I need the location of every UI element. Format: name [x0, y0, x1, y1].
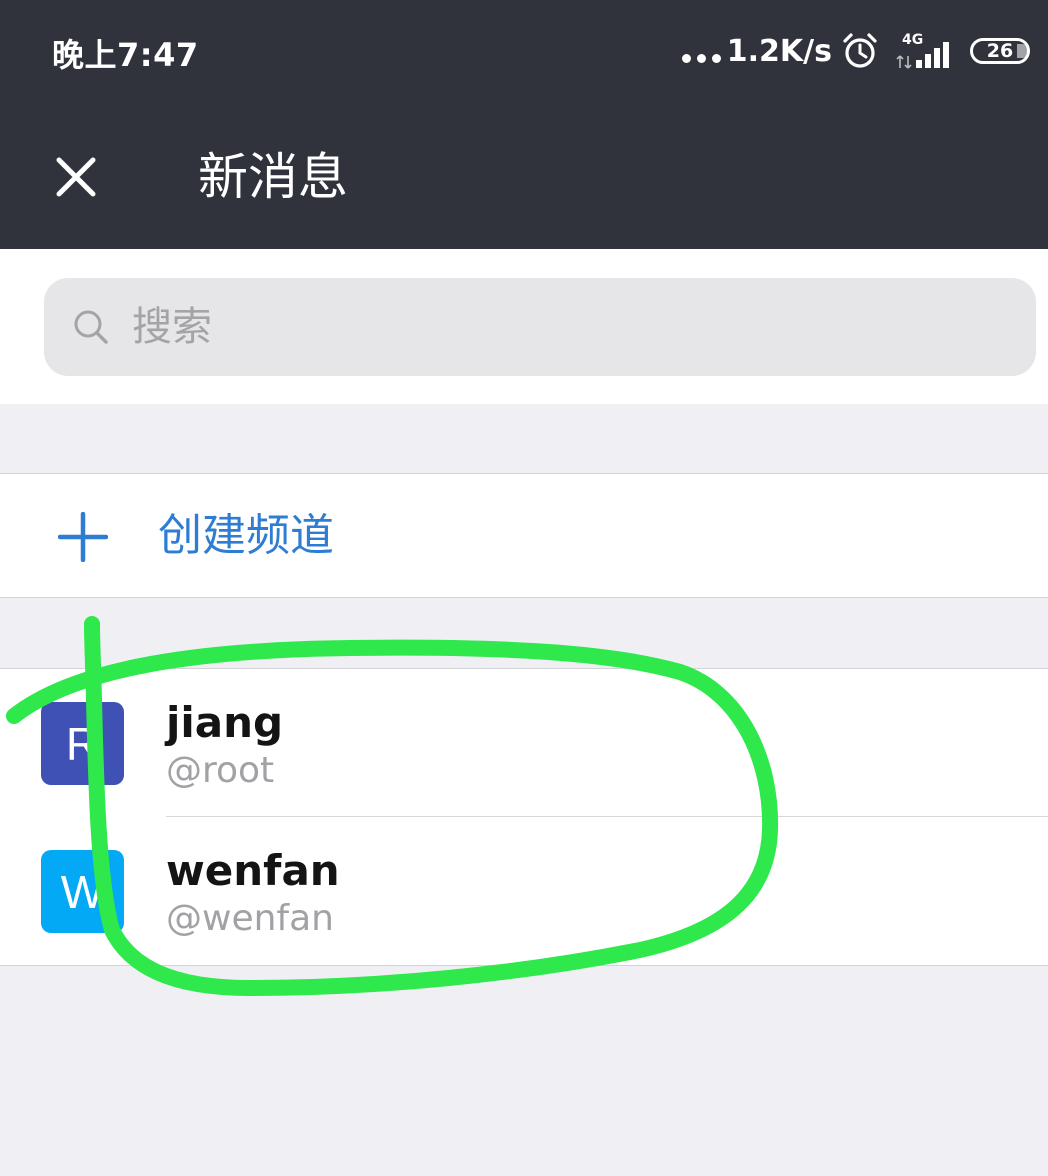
status-time: 晚上7:47 [52, 36, 199, 74]
user-name: jiang [166, 698, 284, 747]
signal-icon: 4G [896, 32, 949, 69]
close-button[interactable] [46, 142, 106, 212]
page-title: 新消息 [198, 148, 348, 206]
create-channel-label: 创建频道 [158, 510, 334, 561]
create-channel-button[interactable]: 创建频道 [0, 473, 1048, 598]
network-speed: 1.2K/s [726, 33, 832, 69]
network-type-label: 4G [902, 32, 923, 48]
avatar: R [41, 702, 124, 785]
status-bar: 晚上7:47 1.2K/s 4G 26 [0, 0, 1048, 104]
user-list: R jiang @root W wenfan @wenfan [0, 668, 1048, 966]
status-indicators: 1.2K/s 4G 26 [681, 28, 1034, 74]
plus-icon [58, 512, 108, 562]
search-input[interactable] [132, 292, 972, 362]
close-icon [56, 157, 96, 197]
search-area [0, 249, 1048, 404]
user-handle: @root [166, 750, 275, 791]
more-dots-icon [681, 53, 721, 63]
avatar: W [41, 850, 124, 933]
user-row-wenfan[interactable]: W wenfan @wenfan [0, 817, 1048, 965]
alarm-icon [843, 33, 877, 68]
search-box[interactable] [44, 278, 1036, 376]
user-name: wenfan [166, 846, 340, 895]
user-row-jiang[interactable]: R jiang @root [0, 669, 1048, 817]
nav-bar: 新消息 [0, 104, 1048, 249]
battery-level: 26 [986, 40, 1014, 62]
search-icon [72, 308, 110, 346]
user-handle: @wenfan [166, 898, 334, 939]
battery-icon: 26 [970, 38, 1030, 64]
